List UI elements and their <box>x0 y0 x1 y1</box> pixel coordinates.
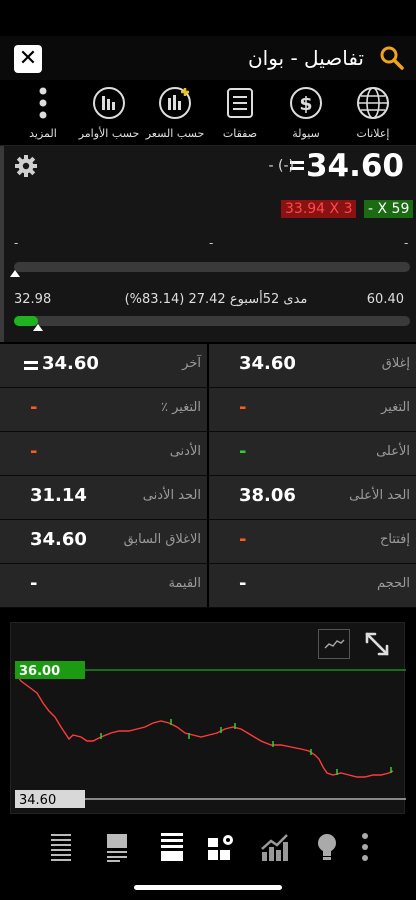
stat-label: الحد الأدنى <box>142 488 201 503</box>
stat-cell: إفتتاح - <box>209 520 416 563</box>
more-vertical-icon[interactable] <box>358 832 372 862</box>
document-icon <box>227 88 253 118</box>
home-indicator <box>134 885 282 890</box>
day-range-low: - <box>14 236 19 250</box>
stat-value: - <box>30 441 38 462</box>
settings-grid-icon[interactable] <box>206 832 236 862</box>
more-vertical-icon <box>39 87 47 119</box>
stats-row: إغلاق 34.60 آخر 34.60 <box>0 344 416 388</box>
stat-value: 34.60 <box>30 529 87 550</box>
tool-trades[interactable]: صفقات <box>205 86 275 140</box>
stat-value: - <box>30 573 38 594</box>
chart-trend-icon[interactable] <box>260 832 290 862</box>
tool-label: صفقات <box>222 127 258 140</box>
day-range-high: - <box>404 236 409 250</box>
stat-cell: آخر 34.60 <box>0 344 207 387</box>
week52-range-marker <box>32 324 43 331</box>
stat-label: الحجم <box>376 576 410 591</box>
unchanged-icon <box>24 361 38 370</box>
stat-label: إغلاق <box>381 356 410 371</box>
stat-cell: الأعلى - <box>209 432 416 475</box>
stat-cell: القيمة - <box>0 564 207 607</box>
stat-label: الحد الأعلى <box>349 488 410 503</box>
bid-badge: - X 59 <box>364 200 414 218</box>
stat-value: 38.06 <box>239 485 296 506</box>
price-change: - (-) <box>268 158 294 174</box>
list-icon[interactable] <box>50 832 72 862</box>
dollar-icon: $ <box>290 87 322 119</box>
ask-badge: 33.94 X 3 <box>281 200 357 218</box>
stat-label: الاغلاق السابق <box>123 532 201 547</box>
stats-row: إفتتاح - الاغلاق السابق 34.60 <box>0 520 416 564</box>
stat-value: - <box>239 573 247 594</box>
tool-label: سيولة <box>292 127 320 140</box>
stats-row: الحد الأعلى 38.06 الحد الأدنى 31.14 <box>0 476 416 520</box>
stat-value: 34.60 <box>239 353 296 374</box>
stats-row: التغير - التغير ٪ - <box>0 388 416 432</box>
stat-value: - <box>30 397 38 418</box>
stats-grid: إغلاق 34.60 آخر 34.60 التغير - التغير ٪ - الأعلى… <box>0 344 416 608</box>
header-bar: ✕ تفاصيل - بوان <box>0 36 416 80</box>
tool-label: حسب السعر <box>145 127 205 140</box>
day-range-bar <box>14 262 410 272</box>
page-title: تفاصيل - بوان <box>247 46 364 70</box>
stat-value: 34.60 <box>42 353 99 374</box>
stat-cell: الاغلاق السابق 34.60 <box>0 520 207 563</box>
search-icon[interactable] <box>378 44 406 72</box>
stat-cell: الحد الأعلى 38.06 <box>209 476 416 519</box>
stat-label: التغير <box>381 400 410 415</box>
tool-by-price[interactable]: حسب السعر <box>140 86 210 140</box>
bar-chart-icon <box>93 87 125 119</box>
toolbar: إعلانات $ سيولة صفقات حسب السعر حسب الأو… <box>0 80 416 146</box>
chart-add-icon <box>159 87 191 119</box>
stats-row: الحجم - القيمة - <box>0 564 416 608</box>
stat-cell: الأدنى - <box>0 432 207 475</box>
price-chart[interactable]: 36.00 34.60 <box>10 622 406 814</box>
gear-icon[interactable] <box>14 154 38 178</box>
stat-value: - <box>239 529 247 550</box>
week52-low: 32.98 <box>14 292 52 307</box>
last-price: 34.60 <box>305 148 404 184</box>
tool-by-orders[interactable]: حسب الأوامر <box>74 86 144 140</box>
day-range-marker <box>10 270 20 277</box>
lightbulb-icon[interactable] <box>316 832 338 862</box>
bottom-nav <box>0 822 416 874</box>
week52-high: 60.40 <box>366 292 404 307</box>
chart-canvas: 36.00 34.60 <box>14 661 406 808</box>
globe-icon <box>357 87 389 119</box>
stat-cell: إغلاق 34.60 <box>209 344 416 387</box>
stats-row: الأعلى - الأدنى - <box>0 432 416 476</box>
week52-range-text: مدى 52أسبوع 27.42 (83.14%) <box>124 292 308 307</box>
stat-label: إفتتاح <box>379 532 410 547</box>
tool-label: المزيد <box>29 127 57 140</box>
svg-text:$: $ <box>299 93 312 115</box>
price-line <box>14 672 394 778</box>
list-bold-icon[interactable] <box>160 832 184 862</box>
stat-label: الأعلى <box>376 444 410 459</box>
tool-more[interactable]: المزيد <box>8 86 78 140</box>
stat-label: القيمة <box>168 576 201 591</box>
tool-label: إعلانات <box>356 127 390 140</box>
tool-announcements[interactable]: إعلانات <box>338 86 408 140</box>
tool-liquidity[interactable]: $ سيولة <box>271 86 341 140</box>
tool-label: حسب الأوامر <box>78 127 140 140</box>
stat-cell: الحجم - <box>209 564 416 607</box>
list-alt-icon[interactable] <box>106 832 128 862</box>
stat-value: - <box>239 397 247 418</box>
stat-value: - <box>239 441 247 462</box>
day-range-mid: - <box>209 236 214 250</box>
stat-label: آخر <box>182 356 201 371</box>
close-icon[interactable]: ✕ <box>14 45 42 73</box>
stat-label: الأدنى <box>169 444 201 459</box>
upper-limit-label: 36.00 <box>19 664 60 679</box>
stat-cell: التغير ٪ - <box>0 388 207 431</box>
stat-label: التغير ٪ <box>161 400 201 415</box>
stat-cell: الحد الأدنى 31.14 <box>0 476 207 519</box>
lower-limit-label: 34.60 <box>19 793 56 808</box>
stat-cell: التغير - <box>209 388 416 431</box>
week52-range-bar <box>14 316 410 326</box>
quote-panel: 34.60 - (-) 33.94 X 3 - X 59 - - - 32.98… <box>0 146 416 342</box>
stat-value: 31.14 <box>30 485 87 506</box>
